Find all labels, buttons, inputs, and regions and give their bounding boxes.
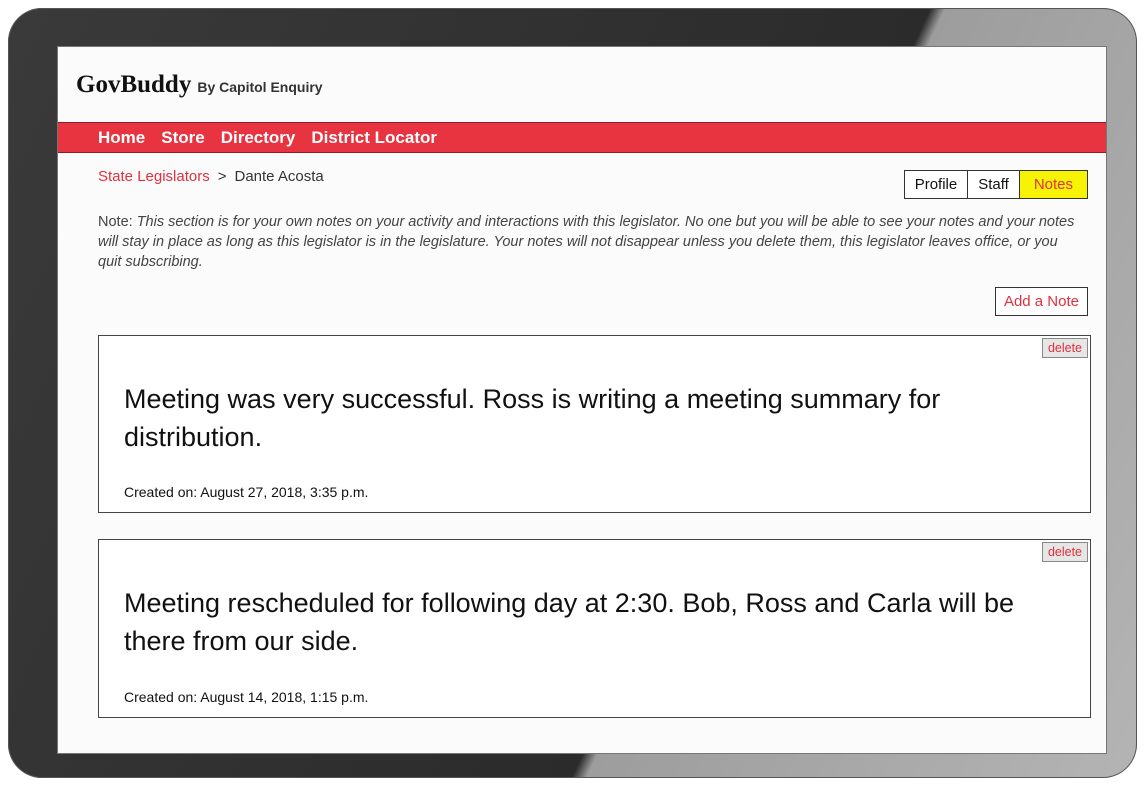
tab-profile[interactable]: Profile	[904, 171, 969, 198]
app-screen: GovBuddy By Capitol Enquiry Home Store Di…	[57, 46, 1107, 754]
breadcrumb: State Legislators > Dante Acosta	[98, 168, 324, 185]
nav-item-district-locator[interactable]: District Locator	[311, 128, 437, 148]
nav-item-store[interactable]: Store	[161, 128, 204, 148]
notes-intro-label: Note:	[98, 214, 133, 230]
delete-note-button[interactable]: delete	[1041, 338, 1088, 358]
note-card: delete Meeting was very successful. Ross…	[98, 335, 1091, 513]
tab-staff[interactable]: Staff	[968, 171, 1020, 198]
delete-note-button[interactable]: delete	[1041, 542, 1088, 562]
notes-intro: Note: This section is for your own notes…	[98, 212, 1078, 272]
brand-byline: By Capitol Enquiry	[197, 79, 323, 95]
note-text: Meeting rescheduled for following day at…	[124, 588, 1014, 656]
notes-intro-text: This section is for your own notes on yo…	[98, 214, 1075, 270]
note-created-date: Created on: August 14, 2018, 1:15 p.m.	[124, 689, 369, 705]
note-created-date: Created on: August 27, 2018, 3:35 p.m.	[124, 484, 369, 500]
brand-header: GovBuddy By Capitol Enquiry	[76, 71, 323, 99]
nav-item-directory[interactable]: Directory	[221, 128, 296, 148]
breadcrumb-parent-link[interactable]: State Legislators	[98, 168, 210, 185]
add-note-button[interactable]: Add a Note	[994, 287, 1088, 316]
tablet-frame: GovBuddy By Capitol Enquiry Home Store Di…	[8, 8, 1137, 778]
brand-name: GovBuddy	[76, 71, 192, 98]
tab-notes[interactable]: Notes	[1019, 171, 1087, 198]
main-nav: Home Store Directory District Locator	[58, 122, 1106, 153]
legislator-tabs: Profile Staff Notes	[903, 170, 1088, 199]
note-text: Meeting was very successful. Ross is wri…	[124, 384, 941, 452]
breadcrumb-current: Dante Acosta	[234, 168, 324, 185]
breadcrumb-separator: >	[217, 168, 227, 185]
nav-item-home[interactable]: Home	[98, 128, 145, 148]
note-card: delete Meeting rescheduled for following…	[98, 539, 1091, 718]
